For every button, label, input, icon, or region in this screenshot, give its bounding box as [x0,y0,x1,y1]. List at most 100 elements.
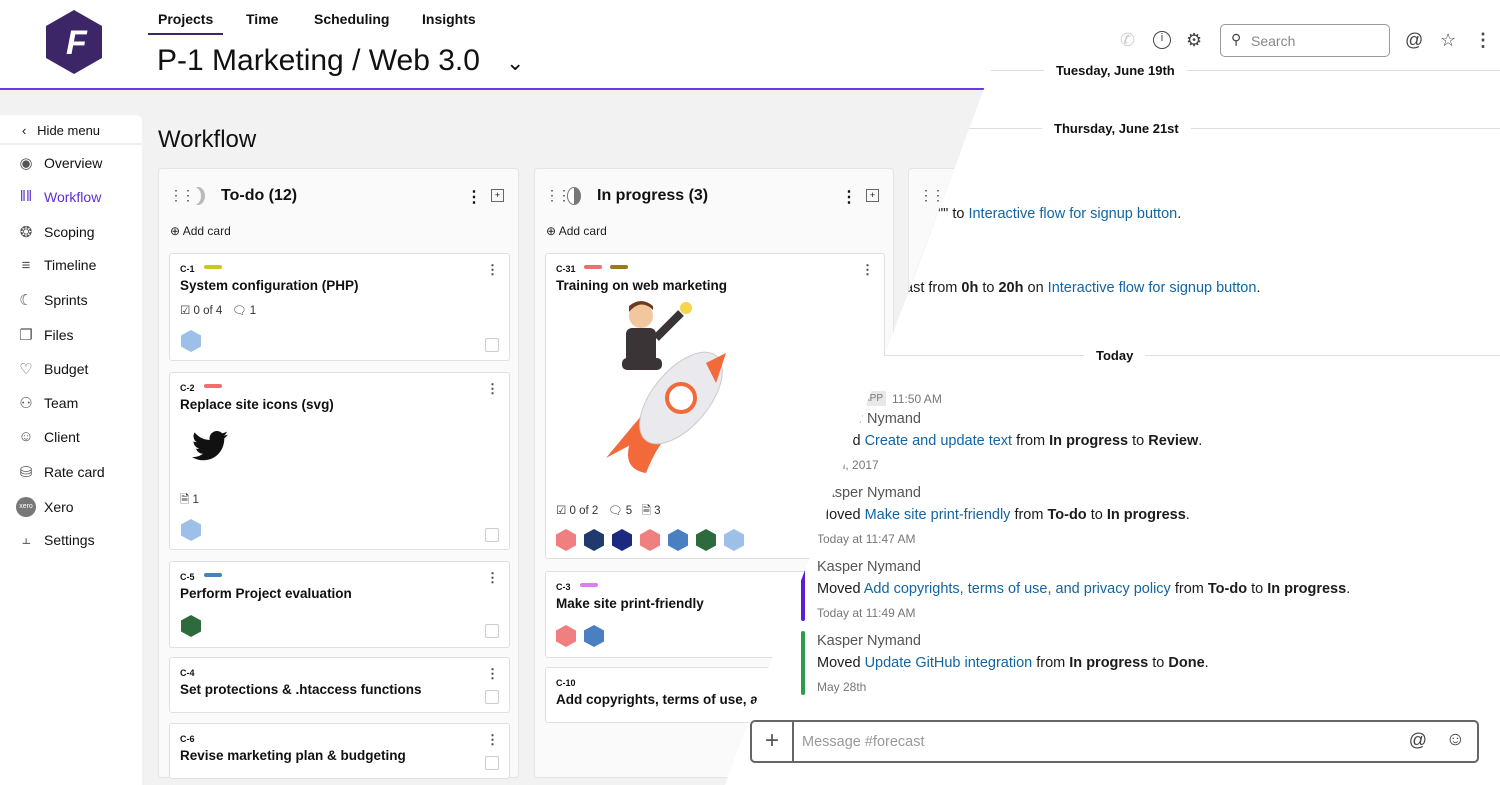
add-card-button[interactable]: ⊕ Add card [170,224,231,238]
card-c4[interactable]: C-4 ⋮ Set protections & .htaccess functi… [169,657,510,713]
card-id: C-10 [556,678,576,688]
chevron-down-icon[interactable]: ⌄ [506,50,524,76]
columns-icon: ‖‖ [19,188,33,206]
more-icon[interactable]: ⋮ [486,570,499,586]
more-icon[interactable]: ⋮ [486,732,499,748]
sidebar-item-workflow[interactable]: ‖‖ Workflow [16,188,102,206]
phone-icon[interactable]: ✆ [1120,30,1135,51]
card-label [204,265,222,269]
card-c5[interactable]: C-5 ⋮ Perform Project evaluation [169,561,510,648]
card-c6[interactable]: C-6 ⋮ Revise marketing plan & budgeting [169,723,510,779]
card-link[interactable]: Update GitHub integration [865,655,1033,671]
search-input[interactable]: ⚲ Search [1220,24,1390,57]
avatar [181,615,201,637]
at-icon[interactable]: @ [1409,730,1427,751]
sidebar-item-timeline[interactable]: ≡ Timeline [16,257,97,274]
sprint-icon: ☾ [19,292,33,310]
sidebar-item-overview[interactable]: ◉ Overview [16,154,102,172]
card-checkbox[interactable] [485,338,499,352]
more-icon[interactable]: ⋮ [486,666,499,682]
emoji-icon[interactable]: ☺ [1446,729,1465,751]
at-icon[interactable]: @ [1405,30,1423,51]
sidebar-item-client[interactable]: ☺ Client [16,428,79,445]
avatar [556,625,576,647]
message-author[interactable]: Kasper Nymand [817,559,921,575]
drag-handle-icon[interactable]: ⋮⋮ [169,187,195,204]
card-link[interactable]: Create and update text [865,433,1013,449]
avatar [584,529,604,551]
xero-icon: xero [16,497,36,517]
card-link[interactable]: Interactive flow for signup button [1048,280,1257,296]
status-bar [801,631,805,695]
project-title: P-1 Marketing / Web 3.0 [157,44,480,77]
checklist-icon: ☑ [180,305,191,317]
gear-icon[interactable]: ⚙ [1186,30,1202,51]
card-id: C-1 [180,264,195,274]
comment-count: 5 [625,505,633,517]
card-id: C-3 [556,582,571,592]
collapse-icon[interactable]: + [866,189,879,202]
more-icon[interactable]: ⋮ [841,187,857,207]
card-id: C-2 [180,383,195,393]
avatar [612,529,632,551]
more-icon[interactable]: ⋮ [486,262,499,278]
collapse-icon[interactable]: + [491,189,504,202]
files-icon: ❐ [19,326,33,344]
message-author[interactable]: Kasper Nymand [817,633,921,649]
timestamp: Today at 11:49 AM [817,606,916,620]
card-link[interactable]: Add copyrights, terms of use, and privac… [864,581,1171,597]
file-icon: 🗎 [641,505,651,517]
sidebar-item-sprints[interactable]: ☾ Sprints [16,291,87,310]
date-divider: Thursday, June 21st [1042,121,1191,136]
card-checkbox[interactable] [485,690,499,704]
card-link[interactable]: Make site print-friendly [865,507,1011,523]
tab-scheduling[interactable]: Scheduling [314,11,389,27]
sidebar-item-team[interactable]: ⚇ Team [16,394,78,412]
status-moon-icon [191,187,205,205]
info-icon[interactable]: i [1153,31,1171,49]
card-title: Replace site icons (svg) [180,397,334,412]
sidebar-item-files[interactable]: ❐ Files [16,326,73,344]
card-link[interactable]: Interactive flow for signup button [968,206,1177,222]
card-c1[interactable]: C-1 ⋮ System configuration (PHP) ☑ 0 of … [169,253,510,361]
card-checkbox[interactable] [485,756,499,770]
sidebar-item-xero[interactable]: xero Xero [16,497,74,517]
more-icon[interactable]: ⋮ [466,187,482,207]
card-label [580,583,598,587]
star-icon[interactable]: ☆ [1440,30,1456,51]
card-label [204,573,222,577]
drag-handle-icon[interactable]: ⋮⋮ [919,187,945,204]
more-icon[interactable]: ⋮ [486,381,499,397]
card-id: C-4 [180,668,195,678]
activity-message: "" to Interactive flow for signup button… [938,206,1182,222]
piggy-bank-icon: ♡ [19,360,33,378]
card-title: Make site print-friendly [556,596,704,611]
sidebar-item-settings[interactable]: ⫠ Settings [16,531,94,548]
more-icon[interactable]: ⋮ [1474,30,1492,51]
logo[interactable]: F [46,10,102,74]
timestamp: Today at 11:47 AM [817,532,916,546]
drag-handle-icon[interactable]: ⋮⋮ [545,187,571,204]
hide-menu-button[interactable]: ‹ Hide menu [0,115,142,145]
sidebar-item-scoping[interactable]: ❂ Scoping [16,223,95,241]
add-card-button[interactable]: ⊕ Add card [546,224,607,238]
card-c2[interactable]: C-2 ⋮ Replace site icons (svg) 🗎 1 [169,372,510,550]
sidebar-item-budget[interactable]: ♡ Budget [16,360,88,378]
tab-projects[interactable]: Projects [147,11,224,35]
checklist-count: 0 of 2 [569,505,599,517]
plus-button[interactable]: + [752,722,794,761]
sidebar: ‹ Hide menu [0,115,142,785]
message-input[interactable]: + Message #forecast @ ☺ [750,720,1479,763]
card-checkbox[interactable] [485,624,499,638]
avatar [584,625,604,647]
card-id: C-31 [556,264,576,274]
tab-insights[interactable]: Insights [422,11,476,27]
activity-message: ast from 0h to 20h on Interactive flow f… [905,280,1261,296]
card-checkbox[interactable] [485,528,499,542]
tab-time[interactable]: Time [246,11,278,27]
avatar [181,519,201,541]
card-id: C-6 [180,734,195,744]
more-icon[interactable]: ⋮ [861,262,874,278]
sidebar-item-rate-card[interactable]: ⛁ Rate card [16,463,105,481]
activity-message: Moved Update GitHub integration from In … [817,655,1209,671]
